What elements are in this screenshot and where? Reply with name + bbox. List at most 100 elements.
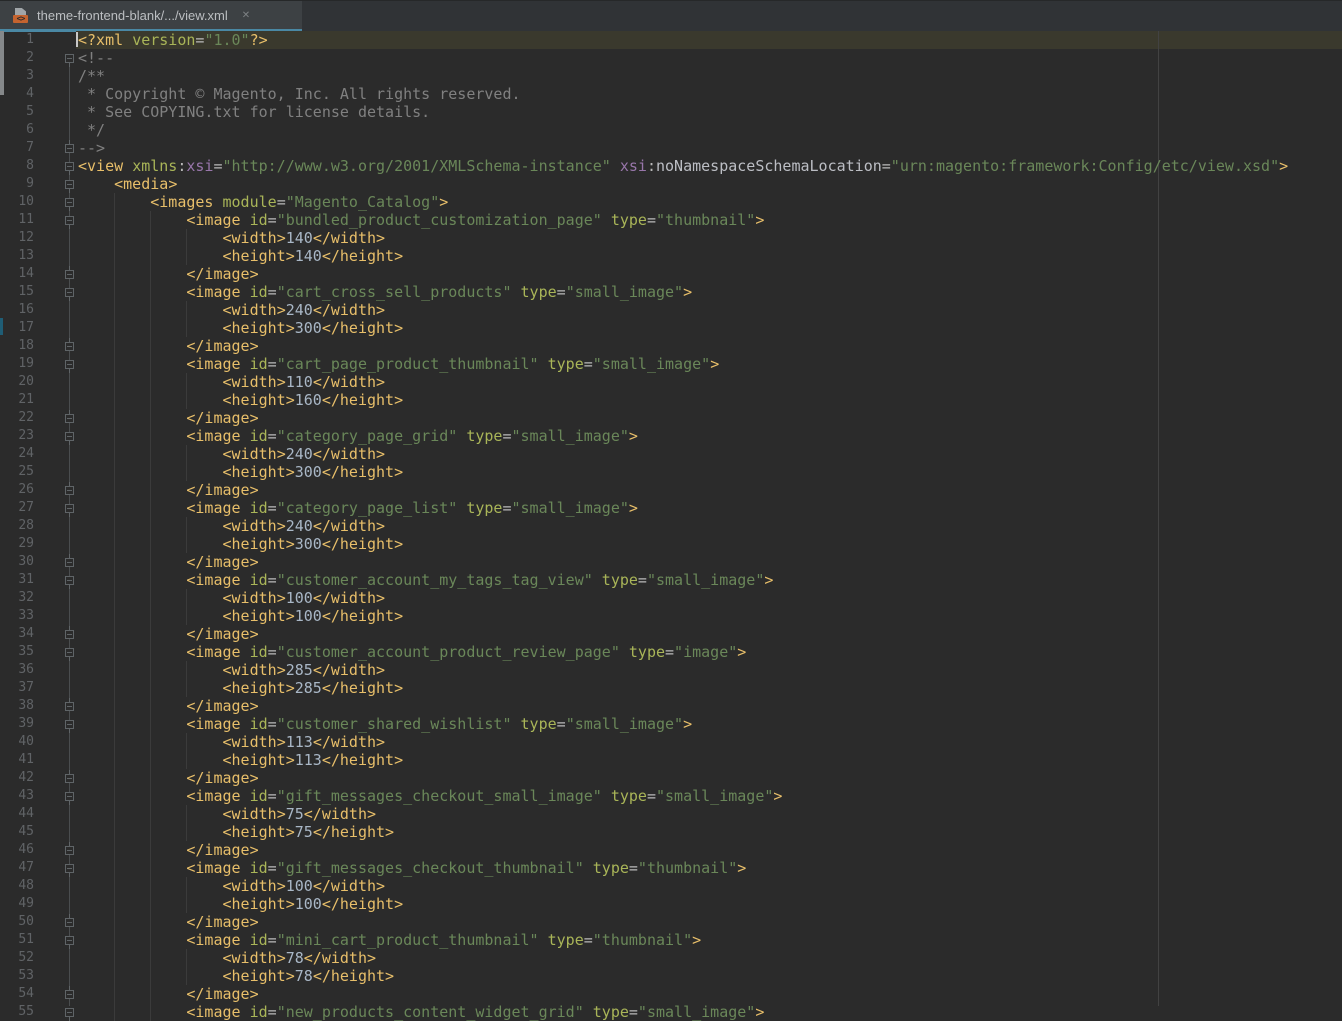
code-line[interactable]: 49 <height>100</height> [0, 895, 1342, 913]
fold-collapse-icon[interactable] [65, 792, 74, 801]
code-line[interactable]: 10 <images module="Magento_Catalog"> [0, 193, 1342, 211]
fold-collapse-icon[interactable] [65, 432, 74, 441]
code-line[interactable]: 6 */ [0, 121, 1342, 139]
code-line[interactable]: 13 <height>140</height> [0, 247, 1342, 265]
code-line[interactable]: 50 </image> [0, 913, 1342, 931]
code-line[interactable]: 32 <width>100</width> [0, 589, 1342, 607]
code-line[interactable]: 42 </image> [0, 769, 1342, 787]
code-line[interactable]: 46 </image> [0, 841, 1342, 859]
fold-end-icon[interactable] [65, 630, 74, 639]
fold-collapse-icon[interactable] [65, 936, 74, 945]
code-line[interactable]: 23 <image id="category_page_grid" type="… [0, 427, 1342, 445]
line-number: 36 [0, 661, 34, 679]
fold-collapse-icon[interactable] [65, 54, 74, 63]
code-line[interactable]: 27 <image id="category_page_list" type="… [0, 499, 1342, 517]
code-line[interactable]: 54 </image> [0, 985, 1342, 1003]
fold-collapse-icon[interactable] [65, 648, 74, 657]
fold-end-icon[interactable] [65, 774, 74, 783]
code-line[interactable]: 33 <height>100</height> [0, 607, 1342, 625]
fold-collapse-icon[interactable] [65, 198, 74, 207]
fold-collapse-icon[interactable] [65, 162, 74, 171]
code-line[interactable]: 5 * See COPYING.txt for license details. [0, 103, 1342, 121]
code-editor[interactable]: 1<?xml version="1.0"?>2<!--3/**4 * Copyr… [0, 31, 1342, 1006]
code-line[interactable]: 40 <width>113</width> [0, 733, 1342, 751]
code-line[interactable]: 24 <width>240</width> [0, 445, 1342, 463]
code-line[interactable]: 43 <image id="gift_messages_checkout_sma… [0, 787, 1342, 805]
code-line[interactable]: 9 <media> [0, 175, 1342, 193]
code-line[interactable]: 3/** [0, 67, 1342, 85]
code-line[interactable]: 25 <height>300</height> [0, 463, 1342, 481]
code-line[interactable]: 36 <width>285</width> [0, 661, 1342, 679]
fold-end-icon[interactable] [65, 270, 74, 279]
code-line[interactable]: 28 <width>240</width> [0, 517, 1342, 535]
line-number: 3 [0, 67, 34, 85]
code-line[interactable]: 20 <width>110</width> [0, 373, 1342, 391]
fold-collapse-icon[interactable] [65, 720, 74, 729]
fold-collapse-icon[interactable] [65, 360, 74, 369]
code-line[interactable]: 16 <width>240</width> [0, 301, 1342, 319]
code-line[interactable]: 11 <image id="bundled_product_customizat… [0, 211, 1342, 229]
tab-view-xml[interactable]: <> theme-frontend-blank/.../view.xml ✕ [0, 1, 302, 32]
fold-end-icon[interactable] [65, 918, 74, 927]
code-line[interactable]: 17 <height>300</height> [0, 319, 1342, 337]
code-line[interactable]: 22 </image> [0, 409, 1342, 427]
fold-end-icon[interactable] [65, 486, 74, 495]
code-line[interactable]: 15 <image id="cart_cross_sell_products" … [0, 283, 1342, 301]
tab-close-icon[interactable]: ✕ [242, 10, 250, 21]
code-line[interactable]: 34 </image> [0, 625, 1342, 643]
gutter-fold-cell [34, 589, 78, 607]
code-line[interactable]: 14 </image> [0, 265, 1342, 283]
code-line[interactable]: 21 <height>160</height> [0, 391, 1342, 409]
line-number: 9 [0, 175, 34, 193]
line-number: 6 [0, 121, 34, 139]
code-line[interactable]: 31 <image id="customer_account_my_tags_t… [0, 571, 1342, 589]
fold-collapse-icon[interactable] [65, 576, 74, 585]
code-line[interactable]: 35 <image id="customer_account_product_r… [0, 643, 1342, 661]
fold-collapse-icon[interactable] [65, 288, 74, 297]
code-line[interactable]: 53 <height>78</height> [0, 967, 1342, 985]
code-line[interactable]: 39 <image id="customer_shared_wishlist" … [0, 715, 1342, 733]
line-number: 45 [0, 823, 34, 841]
gutter-fold-cell [34, 715, 78, 733]
code-line[interactable]: 47 <image id="gift_messages_checkout_thu… [0, 859, 1342, 877]
line-number: 11 [0, 211, 34, 229]
code-line[interactable]: 12 <width>140</width> [0, 229, 1342, 247]
code-line[interactable]: 19 <image id="cart_page_product_thumbnai… [0, 355, 1342, 373]
fold-end-icon[interactable] [65, 558, 74, 567]
fold-end-icon[interactable] [65, 144, 74, 153]
code-line[interactable]: 41 <height>113</height> [0, 751, 1342, 769]
code-line[interactable]: 2<!-- [0, 49, 1342, 67]
line-number: 20 [0, 373, 34, 391]
code-line[interactable]: 44 <width>75</width> [0, 805, 1342, 823]
line-number: 29 [0, 535, 34, 553]
code-line[interactable]: 7--> [0, 139, 1342, 157]
code-line[interactable]: 38 </image> [0, 697, 1342, 715]
fold-collapse-icon[interactable] [65, 1008, 74, 1017]
fold-end-icon[interactable] [65, 990, 74, 999]
fold-collapse-icon[interactable] [65, 864, 74, 873]
fold-end-icon[interactable] [65, 702, 74, 711]
code-line[interactable]: 1<?xml version="1.0"?> [0, 31, 1342, 49]
fold-collapse-icon[interactable] [65, 504, 74, 513]
fold-collapse-icon[interactable] [65, 216, 74, 225]
gutter-fold-cell [34, 697, 78, 715]
code-line[interactable]: 29 <height>300</height> [0, 535, 1342, 553]
fold-end-icon[interactable] [65, 342, 74, 351]
code-line[interactable]: 30 </image> [0, 553, 1342, 571]
code-line[interactable]: 26 </image> [0, 481, 1342, 499]
code-line[interactable]: 18 </image> [0, 337, 1342, 355]
fold-collapse-icon[interactable] [65, 180, 74, 189]
code-line[interactable]: 45 <height>75</height> [0, 823, 1342, 841]
code-line[interactable]: 52 <width>78</width> [0, 949, 1342, 967]
code-line[interactable]: 8<view xmlns:xsi="http://www.w3.org/2001… [0, 157, 1342, 175]
gutter-fold-cell [34, 751, 78, 769]
code-line[interactable]: 48 <width>100</width> [0, 877, 1342, 895]
line-number: 54 [0, 985, 34, 1003]
code-line[interactable]: 51 <image id="mini_cart_product_thumbnai… [0, 931, 1342, 949]
fold-end-icon[interactable] [65, 846, 74, 855]
line-number: 49 [0, 895, 34, 913]
code-line[interactable]: 4 * Copyright © Magento, Inc. All rights… [0, 85, 1342, 103]
line-number: 51 [0, 931, 34, 949]
fold-end-icon[interactable] [65, 414, 74, 423]
code-line[interactable]: 37 <height>285</height> [0, 679, 1342, 697]
